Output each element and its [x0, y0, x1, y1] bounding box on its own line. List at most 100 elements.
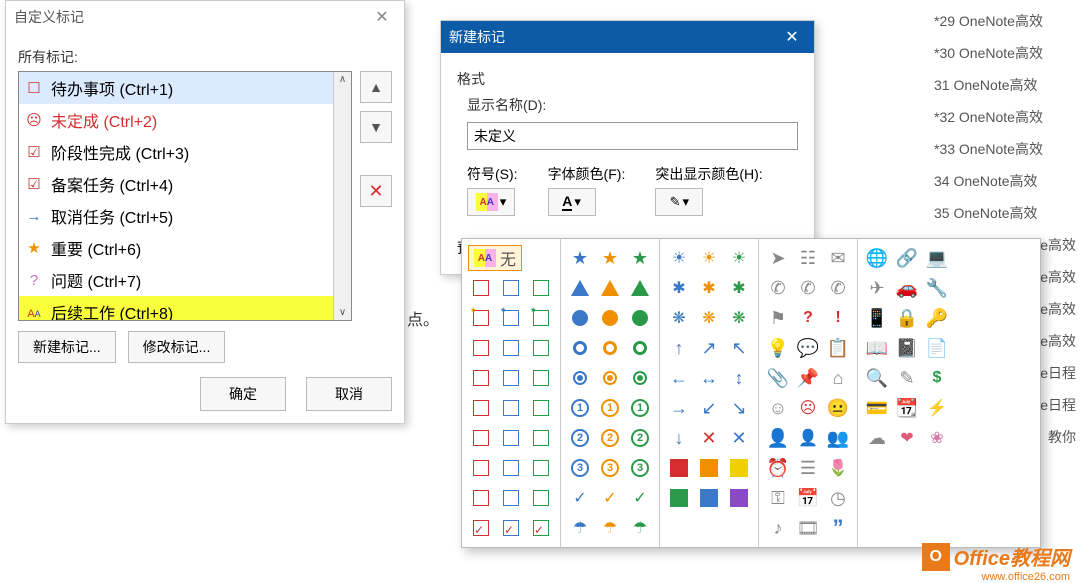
symbol-triangle[interactable] — [627, 275, 653, 301]
symbol-phone-icon[interactable]: ✆ — [795, 275, 821, 301]
symbol-x[interactable]: ✕ — [696, 425, 722, 451]
symbol-date-icon[interactable]: 📆 — [894, 395, 920, 421]
sidebar-item[interactable]: 31 OneNote高效 — [930, 69, 1080, 101]
symbol-ring[interactable] — [597, 335, 623, 361]
symbol-snowflake[interactable]: ❋ — [726, 305, 752, 331]
symbol-sun[interactable]: ☀ — [666, 245, 692, 271]
symbol-number-1[interactable]: 1 — [567, 395, 593, 421]
symbol-pencil-icon[interactable]: ✎ — [894, 365, 920, 391]
symbol-triangle[interactable] — [567, 275, 593, 301]
symbol-home-icon[interactable]: ⌂ — [825, 365, 851, 391]
scrollbar[interactable]: ∧∨ — [333, 72, 351, 320]
ok-button[interactable]: 确定 — [200, 377, 286, 411]
symbol-x[interactable]: ✕ — [726, 425, 752, 451]
symbol-phone-icon[interactable]: ✆ — [765, 275, 791, 301]
symbol-checkbox-person[interactable] — [498, 335, 524, 361]
symbol-checkbox-1[interactable] — [468, 425, 494, 451]
sidebar-item[interactable]: *29 OneNote高效 — [930, 5, 1080, 37]
symbol-square[interactable] — [696, 455, 722, 481]
symbol-key-icon[interactable]: 🔑 — [924, 305, 950, 331]
sidebar-item[interactable]: 35 OneNote高效 — [930, 197, 1080, 229]
symbol-checkbox-excl[interactable] — [468, 365, 494, 391]
symbol-car-icon[interactable]: 🚗 — [894, 275, 920, 301]
symbol-dollar-icon[interactable]: $ — [924, 365, 950, 391]
symbol-umbrella[interactable]: ☂ — [627, 515, 653, 541]
symbol-arrow-left[interactable]: ← — [666, 365, 692, 391]
symbol-star[interactable]: ★ — [597, 245, 623, 271]
symbol-circle[interactable] — [597, 305, 623, 331]
symbol-checkbox[interactable] — [498, 275, 524, 301]
symbol-checkbox-star[interactable]: ★ — [528, 305, 554, 331]
symbol-sparkle[interactable]: ✱ — [696, 275, 722, 301]
symbol-heart-icon[interactable]: ❤ — [894, 425, 920, 451]
symbol-checkbox-arrow[interactable] — [528, 395, 554, 421]
symbol-check[interactable]: ✓ — [627, 485, 653, 511]
symbol-contact-icon[interactable]: ☷ — [795, 245, 821, 271]
symbol-checkbox-person[interactable] — [528, 335, 554, 361]
symbol-checkbox-excl[interactable] — [528, 365, 554, 391]
symbol-checkbox-3[interactable] — [528, 485, 554, 511]
symbol-person-icon[interactable]: 👤 — [765, 425, 791, 451]
sidebar-item[interactable]: 34 OneNote高效 — [930, 165, 1080, 197]
symbol-arrow-down-left[interactable]: ↙ — [696, 395, 722, 421]
symbol-music-icon[interactable]: ♪ — [765, 515, 791, 541]
symbol-checkbox-2[interactable] — [528, 455, 554, 481]
symbol-mobile-icon[interactable]: 📱 — [864, 305, 890, 331]
symbol-star[interactable]: ★ — [567, 245, 593, 271]
symbol-page-icon[interactable]: 📄 — [924, 335, 950, 361]
symbol-umbrella[interactable]: ☂ — [567, 515, 593, 541]
symbol-clipboard-icon[interactable]: 📋 — [825, 335, 851, 361]
symbol-send-icon[interactable]: ➤ — [765, 245, 791, 271]
symbol-calendar-icon[interactable]: 📅 — [795, 485, 821, 511]
symbol-sun[interactable]: ☀ — [726, 245, 752, 271]
symbol-checkbox-1[interactable] — [528, 425, 554, 451]
symbol-exclaim-icon[interactable]: ! — [825, 305, 851, 331]
symbol-envelope-icon[interactable]: ✉ — [825, 245, 851, 271]
symbol-arrow-right[interactable]: → — [666, 395, 692, 421]
display-name-input[interactable] — [467, 122, 798, 150]
symbol-sun[interactable]: ☀ — [696, 245, 722, 271]
symbol-arrow-up-left[interactable]: ↖ — [726, 335, 752, 361]
delete-button[interactable]: ✕ — [360, 175, 392, 207]
symbol-ring[interactable] — [627, 335, 653, 361]
symbol-arrow-leftright[interactable]: ↔ — [696, 365, 722, 391]
symbol-target[interactable] — [597, 365, 623, 391]
symbol-checkbox-3[interactable] — [498, 485, 524, 511]
symbol-checkbox-2[interactable] — [468, 455, 494, 481]
symbol-checkbox[interactable] — [528, 275, 554, 301]
symbol-sparkle[interactable]: ✱ — [666, 275, 692, 301]
edit-tag-button[interactable]: 修改标记... — [128, 331, 226, 363]
symbol-arrow-up[interactable]: ↑ — [666, 335, 692, 361]
sidebar-item[interactable]: *32 OneNote高效 — [930, 101, 1080, 133]
symbol-tulip-icon[interactable]: 🌷 — [825, 455, 851, 481]
symbol-square[interactable] — [696, 485, 722, 511]
symbol-clock-icon[interactable]: ◷ — [825, 485, 851, 511]
symbol-checkbox-1[interactable] — [498, 425, 524, 451]
close-icon[interactable]: ✕ — [368, 7, 396, 27]
symbol-circle[interactable] — [567, 305, 593, 331]
symbol-question-icon[interactable]: ? — [795, 305, 821, 331]
close-icon[interactable]: ✕ — [778, 27, 806, 47]
symbol-paperclip-icon[interactable]: 📎 — [765, 365, 791, 391]
symbol-number-2[interactable]: 2 — [627, 425, 653, 451]
symbol-arrow-down-right[interactable]: ↘ — [726, 395, 752, 421]
symbol-film-icon[interactable]: 🎞 — [795, 515, 821, 541]
symbol-checkbox-2[interactable] — [498, 455, 524, 481]
symbol-picker-button[interactable]: AA▾ — [467, 188, 515, 216]
symbol-checkbox-person[interactable] — [468, 335, 494, 361]
symbol-square[interactable] — [726, 485, 752, 511]
move-up-button[interactable]: ▲ — [360, 71, 392, 103]
symbol-frown-icon[interactable]: ☹ — [795, 395, 821, 421]
symbol-number-1[interactable]: 1 — [627, 395, 653, 421]
symbol-check[interactable]: ✓ — [567, 485, 593, 511]
symbol-number-2[interactable]: 2 — [567, 425, 593, 451]
symbol-password-icon[interactable]: ⚿ — [765, 485, 791, 511]
symbol-number-1[interactable]: 1 — [597, 395, 623, 421]
symbol-creditcard-icon[interactable]: 💳 — [864, 395, 890, 421]
symbol-number-3[interactable]: 3 — [627, 455, 653, 481]
tags-listbox[interactable]: ☐待办事项 (Ctrl+1) ☹未定成 (Ctrl+2) ☑阶段性完成 (Ctr… — [18, 71, 352, 321]
symbol-bolt-icon[interactable]: ⚡ — [924, 395, 950, 421]
symbol-none[interactable]: AA 无 — [468, 245, 522, 271]
symbol-sparkle[interactable]: ✱ — [726, 275, 752, 301]
symbol-square[interactable] — [666, 455, 692, 481]
